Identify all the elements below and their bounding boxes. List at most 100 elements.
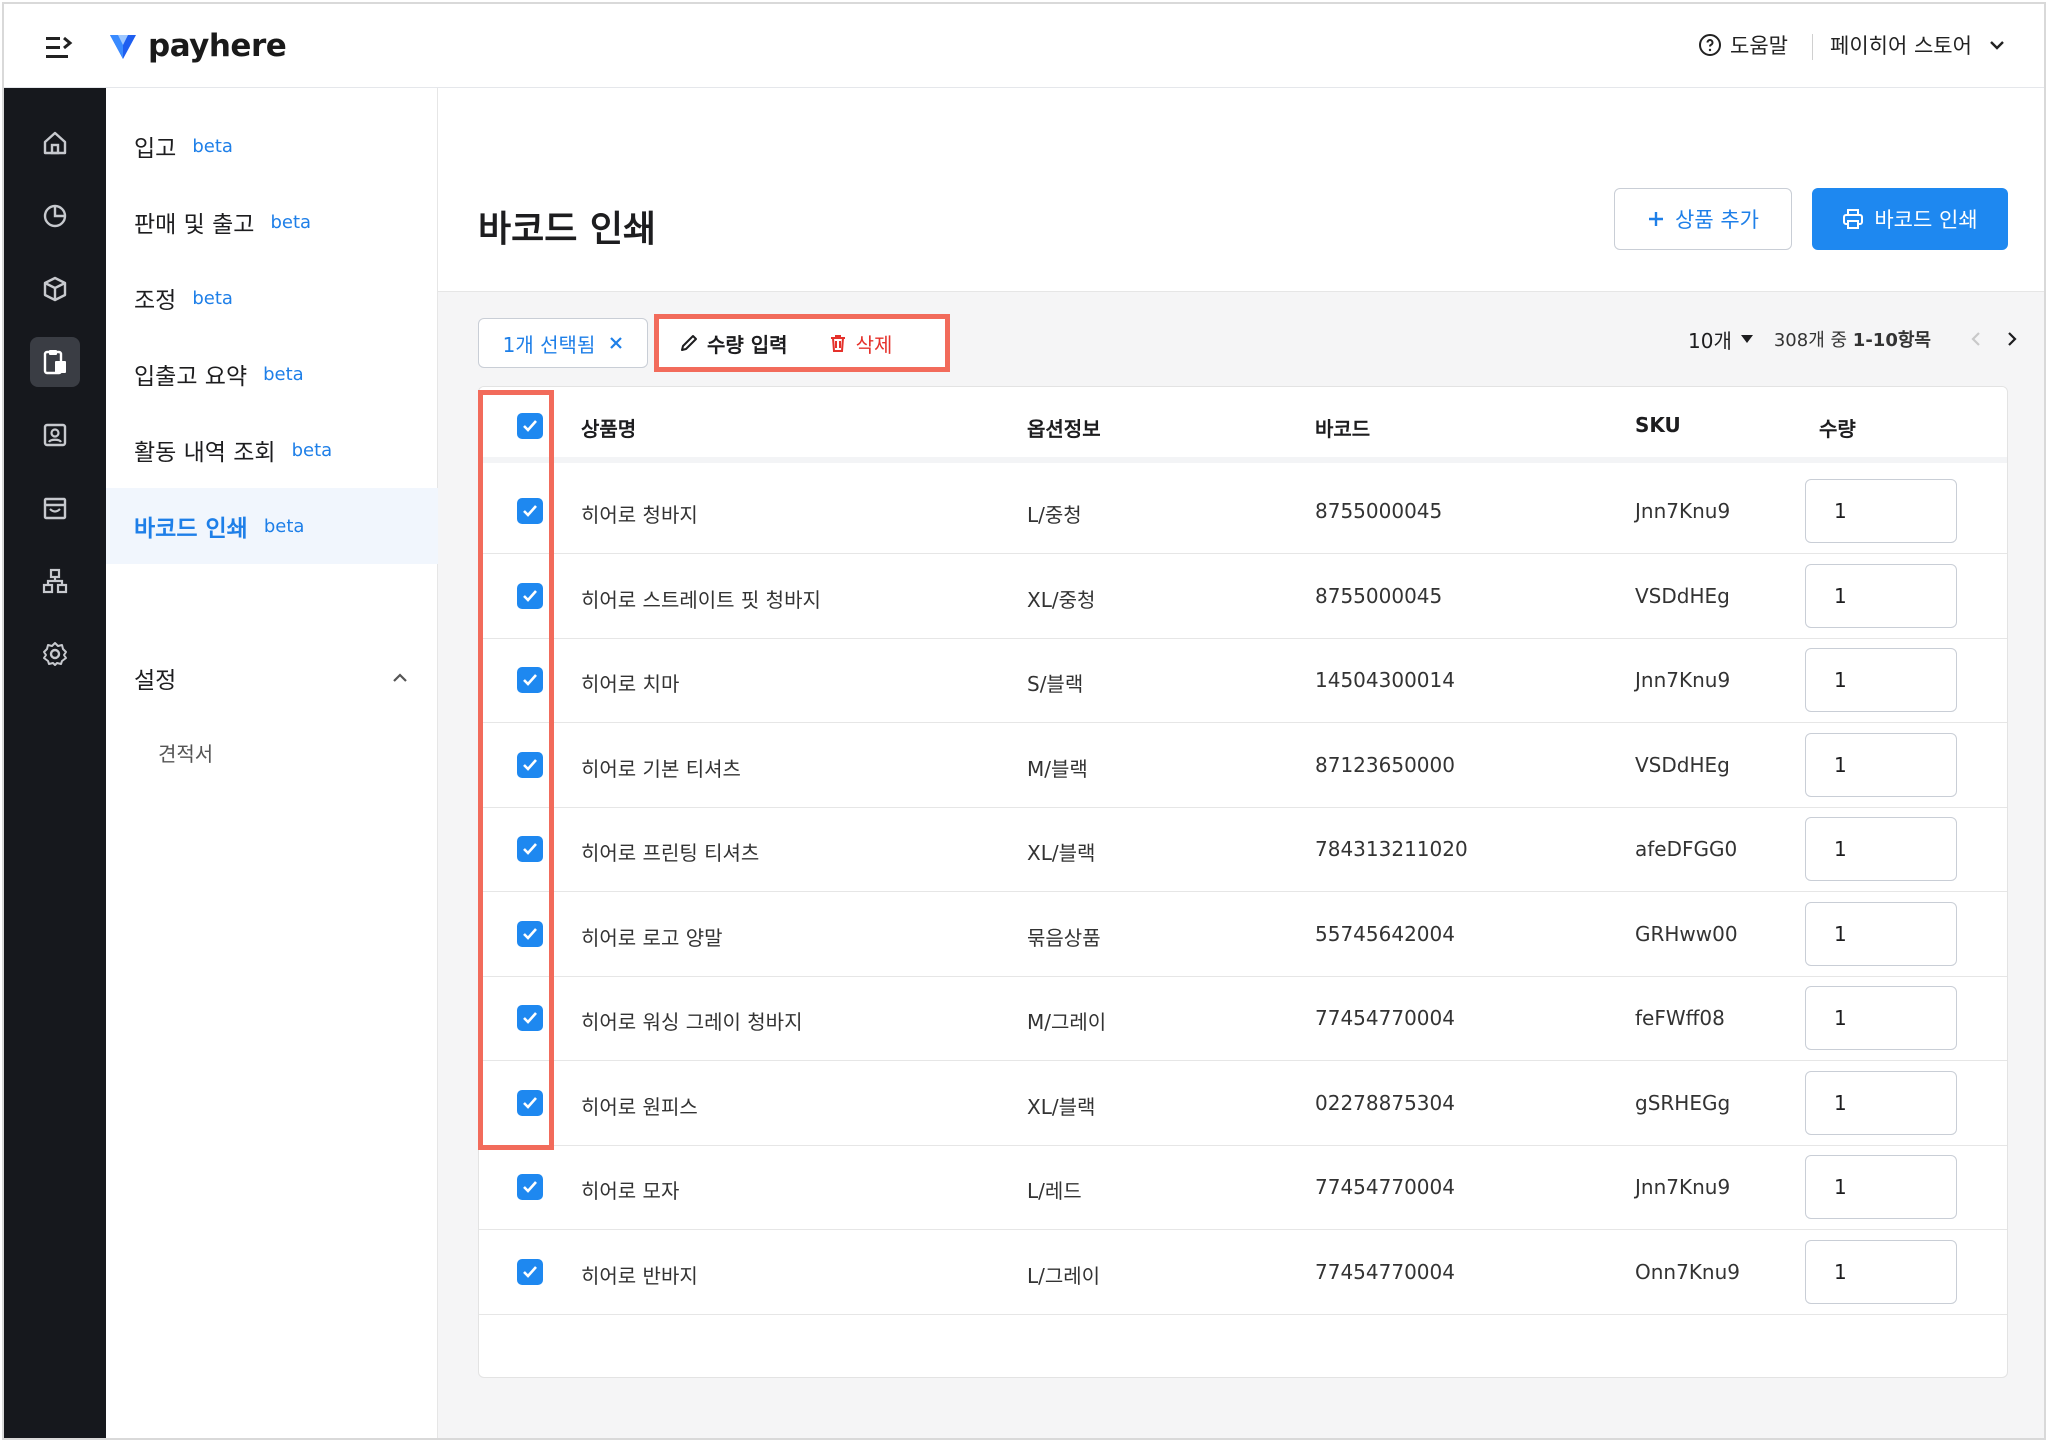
cell-option: L/레드 — [1027, 1179, 1082, 1203]
column-header-name[interactable]: 상품명 — [581, 413, 636, 442]
cell-product-name: 히어로 로고 양말 — [581, 925, 723, 950]
per-page-select[interactable]: 10개 — [1688, 325, 1754, 354]
help-label: 도움말 — [1730, 34, 1788, 58]
cell-option: XL/중청 — [1027, 587, 1096, 612]
quantity-input[interactable] — [1805, 1070, 1957, 1135]
quantity-input[interactable] — [1805, 563, 1957, 628]
row-checkbox[interactable] — [517, 920, 543, 947]
subnav-item-sales-outbound[interactable]: 판매 및 출고 beta — [106, 184, 438, 260]
print-barcode-label: 바코드 인쇄 — [1874, 208, 1978, 232]
page-header: 바코드 인쇄 상품 추가 바코드 인쇄 — [438, 88, 2044, 292]
quantity-input[interactable] — [1805, 1155, 1957, 1219]
pagination: 10개 308개 중 1-10항목 — [1688, 324, 2025, 354]
settings-group-toggle[interactable]: 설정 — [106, 648, 438, 708]
row-checkbox[interactable] — [517, 582, 543, 609]
per-page-value: 10개 — [1688, 328, 1732, 353]
add-product-button[interactable]: 상품 추가 — [1614, 188, 1792, 250]
quantity-input[interactable] — [1805, 1239, 1957, 1304]
table-header: 상품명 옵션정보 바코드 SKU 수량 — [479, 387, 2007, 463]
store-name: 페이히어 스토어 — [1830, 34, 1972, 58]
column-header-option[interactable]: 옵션정보 — [1027, 413, 1101, 442]
help-link[interactable]: 도움말 — [1698, 30, 1788, 60]
column-header-quantity[interactable]: 수량 — [1819, 413, 1856, 442]
cell-option: L/그레이 — [1027, 1263, 1101, 1288]
store-selector[interactable]: 페이히어 스토어 — [1830, 30, 2006, 60]
delete-button[interactable]: 삭제 — [828, 329, 893, 358]
check-icon — [523, 927, 537, 940]
contact-card-icon[interactable] — [30, 410, 80, 460]
table-row[interactable]: 히어로 로고 양말 묶음상품 55745642004 GRHww00 — [479, 892, 2007, 977]
table-row[interactable]: 히어로 청바지 L/중청 8755000045 Jnn7Knu9 — [479, 469, 2007, 554]
gear-icon[interactable] — [30, 629, 80, 679]
clipboard-icon[interactable] — [30, 337, 80, 387]
row-checkbox[interactable] — [517, 836, 543, 862]
menu-toggle-icon[interactable] — [44, 34, 76, 62]
check-icon — [523, 758, 537, 771]
subnav-item-adjustment[interactable]: 조정 beta — [106, 260, 438, 336]
subnav-item-activity-log[interactable]: 활동 내역 조회 beta — [106, 412, 438, 488]
subnav-item-summary[interactable]: 입출고 요약 beta — [106, 336, 438, 412]
chevron-up-icon — [393, 673, 407, 682]
table-row[interactable]: 히어로 치마 S/블랙 14504300014 Jnn7Knu9 — [479, 638, 2007, 723]
enter-quantity-button[interactable]: 수량 입력 — [679, 329, 788, 358]
delete-label: 삭제 — [855, 332, 893, 357]
table-row[interactable]: 히어로 원피스 XL/블랙 02278875304 gSRHEGg — [479, 1061, 2007, 1146]
subnav-item-label: 판매 및 출고 — [134, 212, 255, 238]
column-header-barcode[interactable]: 바코드 — [1315, 413, 1370, 442]
box-icon[interactable] — [30, 264, 80, 314]
next-page-icon[interactable] — [1999, 324, 2025, 354]
row-checkbox[interactable] — [517, 498, 543, 524]
brand-logo[interactable]: payhere — [108, 26, 287, 66]
table-row[interactable]: 히어로 반바지 L/그레이 77454770004 Onn7Knu9 — [479, 1230, 2007, 1315]
chevron-down-icon — [1990, 41, 2004, 50]
subnav-item-barcode-print[interactable]: 바코드 인쇄 beta — [106, 488, 438, 564]
cell-product-name: 히어로 청바지 — [581, 503, 698, 527]
selection-chip[interactable]: 1개 선택됨 — [478, 318, 648, 368]
range-value: 1-10항목 — [1852, 330, 1931, 351]
quantity-input[interactable] — [1805, 986, 1957, 1050]
trash-icon — [830, 335, 845, 352]
quantity-input[interactable] — [1805, 648, 1957, 712]
row-checkbox[interactable] — [517, 751, 543, 778]
row-checkbox[interactable] — [517, 1005, 543, 1031]
row-checkbox[interactable] — [517, 1258, 543, 1285]
main-content: 바코드 인쇄 상품 추가 바코드 인쇄 1개 선택됨 수량 입력 삭제 10개 … — [438, 88, 2044, 1438]
top-bar: payhere 도움말 페이히어 스토어 — [4, 4, 2044, 88]
close-icon[interactable] — [609, 336, 623, 350]
prev-page-icon[interactable] — [1963, 324, 1989, 354]
cell-option: M/블랙 — [1027, 756, 1088, 781]
home-icon[interactable] — [30, 118, 80, 168]
cell-barcode: 14504300014 — [1315, 668, 1455, 692]
quantity-input[interactable] — [1805, 479, 1957, 543]
table-row[interactable]: 히어로 모자 L/레드 77454770004 Jnn7Knu9 — [479, 1145, 2007, 1230]
select-all-checkbox[interactable] — [517, 413, 543, 439]
print-barcode-button[interactable]: 바코드 인쇄 — [1812, 188, 2008, 250]
app-window: payhere 도움말 페이히어 스토어 입고 beta 판매 및 출고 bet… — [2, 2, 2046, 1440]
store-icon[interactable] — [30, 483, 80, 533]
cell-barcode: 8755000045 — [1315, 499, 1443, 523]
subnav-item-label: 입고 — [134, 136, 177, 162]
pencil-icon — [681, 335, 697, 351]
table-row[interactable]: 히어로 기본 티셔츠 M/블랙 87123650000 VSDdHEg — [479, 723, 2007, 808]
table-row[interactable]: 히어로 스트레이트 핏 청바지 XL/중청 8755000045 VSDdHEg — [479, 554, 2007, 639]
sub-navigation: 입고 beta 판매 및 출고 beta 조정 beta 입출고 요약 beta… — [106, 88, 438, 1438]
row-checkbox[interactable] — [517, 1174, 543, 1200]
caret-down-icon — [1740, 335, 1753, 343]
table-row[interactable]: 히어로 워싱 그레이 청바지 M/그레이 77454770004 feFWff08 — [479, 976, 2007, 1061]
page-title: 바코드 인쇄 — [478, 209, 657, 250]
help-circle-icon — [1699, 34, 1721, 56]
row-checkbox[interactable] — [517, 1089, 543, 1116]
table-row[interactable]: 히어로 프린팅 티셔츠 XL/블랙 784313211020 afeDFGG0 — [479, 807, 2007, 892]
cell-sku: Onn7Knu9 — [1635, 1259, 1741, 1284]
row-checkbox[interactable] — [517, 667, 543, 693]
quantity-input[interactable] — [1805, 901, 1957, 966]
column-header-sku[interactable]: SKU — [1635, 413, 1681, 437]
org-chart-icon[interactable] — [30, 556, 80, 606]
pie-chart-icon[interactable] — [30, 191, 80, 241]
subnav-item-quotation[interactable]: 견적서 — [158, 738, 213, 767]
quantity-input[interactable] — [1805, 732, 1957, 797]
brand-name: payhere — [148, 28, 287, 64]
quantity-input[interactable] — [1805, 817, 1957, 881]
check-icon — [523, 1181, 537, 1193]
subnav-item-inbound[interactable]: 입고 beta — [106, 108, 438, 184]
